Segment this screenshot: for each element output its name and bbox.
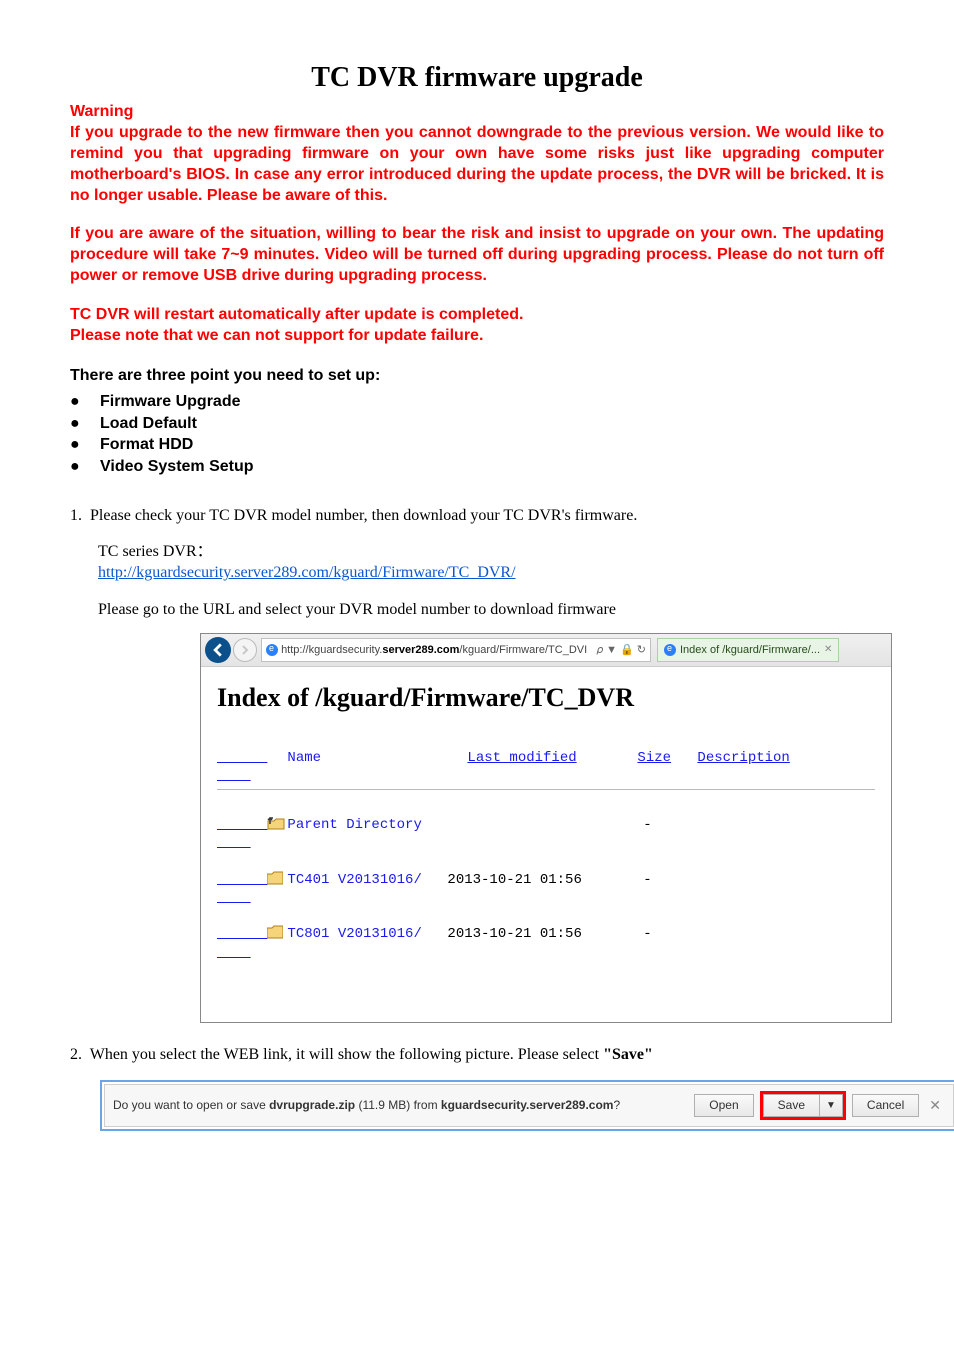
browser-screenshot: http://kguardsecurity.server289.com/kgua… <box>200 633 892 1023</box>
warning-section: Warning If you upgrade to the new firmwa… <box>70 102 884 346</box>
listing-title: Index of /kguard/Firmware/TC_DVR <box>217 681 875 715</box>
folder-link[interactable]: TC401 V20131016/ <box>287 872 421 888</box>
cancel-button[interactable]: Cancel <box>852 1094 919 1118</box>
col-modified[interactable]: Last modified <box>467 749 637 767</box>
folder-icon <box>267 925 283 939</box>
arrow-right-icon <box>240 645 250 655</box>
setup-list: Firmware Upgrade Load Default Format HDD… <box>70 391 884 477</box>
row-size: - <box>617 871 677 889</box>
firmware-url-link[interactable]: http://kguardsecurity.server289.com/kgua… <box>98 564 516 581</box>
parent-dir-icon <box>267 816 283 830</box>
listing-header: NameLast modifiedSizeDescription <box>217 731 875 786</box>
warning-heading: Warning <box>70 102 884 123</box>
dl-text-a: Do you want to open or save <box>113 1098 269 1112</box>
list-item: Video System Setup <box>70 456 884 478</box>
step-text-a: When you select the WEB link, it will sh… <box>90 1046 603 1063</box>
dl-filename: dvrupgrade.zip <box>269 1098 355 1112</box>
setup-heading: There are three point you need to set up… <box>70 366 884 387</box>
close-icon[interactable]: ✕ <box>925 1096 945 1114</box>
dl-domain: kguardsecurity.server289.com <box>441 1098 614 1112</box>
list-item: Load Default <box>70 413 884 435</box>
goto-text: Please go to the URL and select your DVR… <box>98 600 884 621</box>
save-dropdown-button[interactable]: ▼ <box>820 1094 843 1118</box>
warning-p1: If you upgrade to the new firmware then … <box>70 123 884 206</box>
list-item: Firmware Upgrade <box>70 391 884 413</box>
address-bar[interactable]: http://kguardsecurity.server289.com/kgua… <box>261 638 651 662</box>
folder-link[interactable]: TC801 V20131016/ <box>287 926 421 942</box>
table-row: TC401 V20131016/2013-10-21 01:56- <box>217 853 875 908</box>
step-1: 1. Please check your TC DVR model number… <box>70 506 884 621</box>
back-button[interactable] <box>205 637 231 663</box>
step-2: 2. When you select the WEB link, it will… <box>70 1045 884 1066</box>
forward-button[interactable] <box>233 638 257 662</box>
col-name[interactable]: Name <box>267 749 467 767</box>
step-number: 1. <box>70 507 82 524</box>
parent-directory-link[interactable]: Parent Directory <box>287 817 421 833</box>
row-size: - <box>617 816 677 834</box>
address-bar-icons: 𝜌 ▼ 🔒 ↻ <box>597 643 646 657</box>
row-size: - <box>617 925 677 943</box>
warning-p3a: TC DVR will restart automatically after … <box>70 305 884 326</box>
ie-icon <box>664 644 676 656</box>
divider <box>217 789 875 790</box>
list-item: Format HDD <box>70 434 884 456</box>
download-bar-wrapper: Do you want to open or save dvrupgrade.z… <box>100 1080 954 1132</box>
dl-size: (11.9 MB) from <box>355 1098 441 1112</box>
addr-prefix: http://kguardsecurity. <box>281 643 382 657</box>
col-size[interactable]: Size <box>637 749 697 767</box>
step-text-b: "Save" <box>603 1046 653 1063</box>
save-button[interactable]: Save <box>763 1094 820 1118</box>
series-label: TC series DVR： <box>98 542 884 563</box>
browser-address-row: http://kguardsecurity.server289.com/kgua… <box>201 634 891 667</box>
page-title: TC DVR firmware upgrade <box>70 60 884 96</box>
warning-p2: If you are aware of the situation, willi… <box>70 224 884 286</box>
open-button[interactable]: Open <box>694 1094 753 1118</box>
folder-icon <box>267 871 283 885</box>
step-text: Please check your TC DVR model number, t… <box>90 507 637 524</box>
table-row: Parent Directory - <box>217 798 875 853</box>
browser-tab[interactable]: Index of /kguard/Firmware/... ✕ <box>657 638 839 662</box>
row-mod: 2013-10-21 01:56 <box>447 925 617 943</box>
save-highlight: Save ▼ <box>760 1091 846 1121</box>
addr-suffix: /kguard/Firmware/TC_DVI <box>459 643 587 657</box>
addr-domain: server289.com <box>382 643 459 657</box>
dl-q: ? <box>613 1098 620 1112</box>
table-row: TC801 V20131016/2013-10-21 01:56- <box>217 907 875 962</box>
tab-title: Index of /kguard/Firmware/... <box>680 643 820 657</box>
row-mod: 2013-10-21 01:56 <box>447 871 617 889</box>
directory-listing: Index of /kguard/Firmware/TC_DVR NameLas… <box>201 667 891 982</box>
warning-p3b: Please note that we can not support for … <box>70 326 884 347</box>
close-tab-icon[interactable]: ✕ <box>824 643 832 656</box>
arrow-left-icon <box>211 643 225 657</box>
ie-icon <box>266 644 278 656</box>
col-description[interactable]: Description <box>697 749 789 767</box>
download-text: Do you want to open or save dvrupgrade.z… <box>113 1098 688 1114</box>
step-number: 2. <box>70 1046 82 1063</box>
download-bar: Do you want to open or save dvrupgrade.z… <box>104 1084 954 1128</box>
